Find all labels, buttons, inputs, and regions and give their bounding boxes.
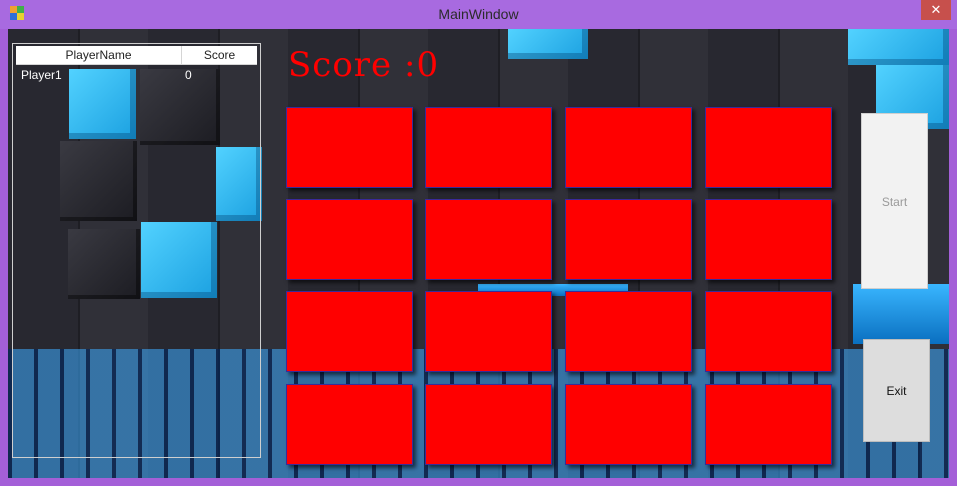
column-header-playername[interactable]: PlayerName: [16, 46, 182, 64]
card-tile[interactable]: [425, 199, 552, 280]
card-tile[interactable]: [286, 384, 413, 465]
card-tile[interactable]: [565, 384, 692, 465]
title-bar: MainWindow ✕: [0, 0, 957, 29]
card-tile[interactable]: [286, 199, 413, 280]
card-tile[interactable]: [705, 291, 832, 372]
start-button[interactable]: Start: [861, 113, 928, 289]
card-tile[interactable]: [565, 291, 692, 372]
player-score: 0: [185, 68, 192, 82]
light-strip: [853, 284, 949, 344]
close-button[interactable]: ✕: [921, 0, 951, 20]
card-tile[interactable]: [705, 107, 832, 188]
card-tile[interactable]: [425, 107, 552, 188]
close-icon: ✕: [930, 2, 942, 17]
column-header-score[interactable]: Score: [182, 46, 257, 64]
scoreboard-list[interactable]: PlayerName Score Player1 0: [12, 43, 261, 458]
card-tile[interactable]: [705, 384, 832, 465]
game-area: PlayerName Score Player1 0 Score :0 Star…: [8, 29, 949, 478]
scoreboard-header: PlayerName Score: [16, 46, 257, 65]
blue-cube: [848, 29, 949, 65]
blue-cube: [508, 29, 588, 59]
card-tile[interactable]: [286, 291, 413, 372]
player-name: Player1: [21, 68, 62, 82]
score-label: Score :0: [288, 45, 440, 85]
window-title: MainWindow: [438, 6, 519, 22]
card-tile[interactable]: [425, 291, 552, 372]
card-tile[interactable]: [705, 199, 832, 280]
card-tile[interactable]: [286, 107, 413, 188]
card-tile[interactable]: [565, 199, 692, 280]
list-item[interactable]: Player1 0: [19, 68, 259, 84]
exit-button[interactable]: Exit: [863, 339, 930, 442]
card-tile[interactable]: [565, 107, 692, 188]
card-tile[interactable]: [425, 384, 552, 465]
